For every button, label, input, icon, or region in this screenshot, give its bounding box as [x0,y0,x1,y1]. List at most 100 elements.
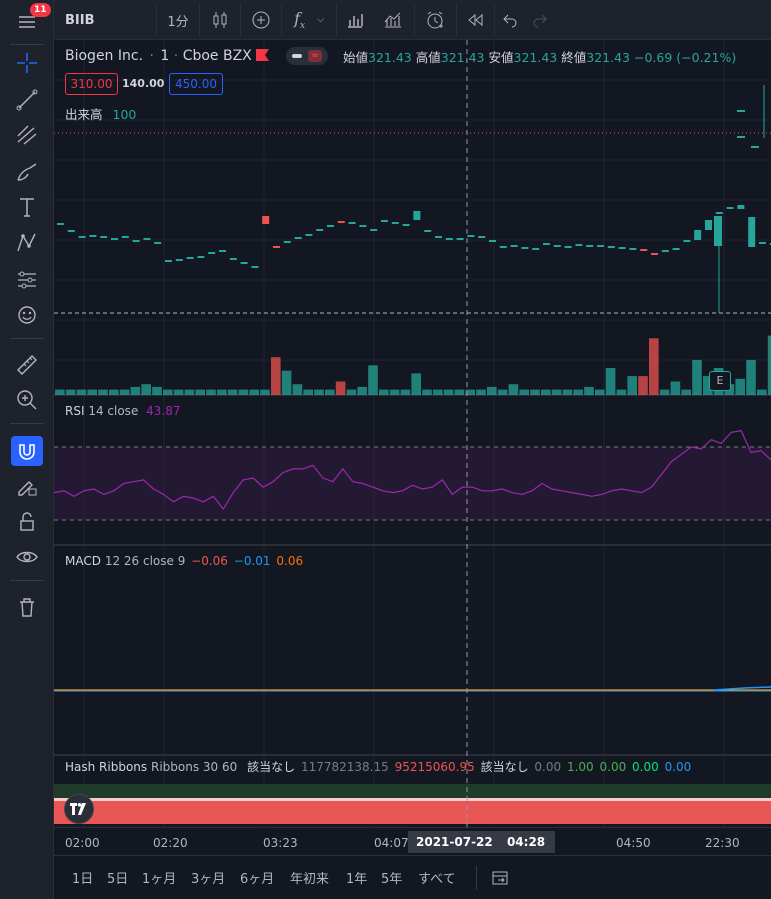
text-icon[interactable] [7,190,47,224]
volume-bar [379,389,389,395]
ruler-icon[interactable] [7,348,47,382]
candle [456,238,464,240]
left-toolbar: 11 [0,0,54,899]
volume-bar [649,338,659,395]
range-all[interactable]: すべて [418,868,456,887]
trend-line-icon[interactable] [7,83,47,117]
close-value: 321.43 [586,50,631,65]
macd-params: 12 26 close 9 [104,554,186,568]
macd-histogram-value: −0.06 [191,554,228,568]
high-label: 高値 [415,50,441,65]
pitchfork-icon[interactable] [7,118,47,152]
range-1m[interactable]: 1ヶ月 [142,868,176,887]
volume-bar [638,376,648,395]
volume-legend: 出来高 100 [65,104,136,123]
add-compare-icon[interactable] [242,0,280,40]
lock-drawing-icon[interactable] [7,468,47,502]
candle [478,236,486,238]
volume-bar [595,389,605,395]
visibility-toggle[interactable]: ≈ [286,47,328,65]
flag-icon[interactable] [255,49,269,61]
candle [661,250,669,252]
chart-canvas[interactable] [54,40,771,827]
volume-bar [119,389,130,395]
candle [521,247,529,249]
earnings-icon[interactable]: E [709,371,731,391]
volume-bar [573,389,583,395]
chart-type-candle-icon[interactable] [201,0,239,40]
volume-bar [130,386,141,395]
emoji-icon[interactable] [7,298,47,332]
candle [597,245,604,247]
crosshair-time-label: 2021-07-22 04:28 [408,831,556,853]
replay-icon[interactable] [458,0,492,40]
buy-button[interactable]: 450.00 [169,73,223,95]
candle [651,253,658,255]
time-tick: 02:00 [65,836,100,850]
volume-bar [605,368,616,395]
compare-chart-icon[interactable] [376,0,410,40]
chevron-down-icon: ⌵ [317,15,324,25]
range-3m[interactable]: 3ヶ月 [191,868,225,887]
prediction-icon[interactable] [7,263,47,297]
candle [89,235,97,237]
macd-label: MACD [65,554,101,568]
candle [672,248,680,250]
eye-icon[interactable] [7,540,47,574]
bar-chart-icon[interactable] [338,0,372,40]
macd-legend: MACD 12 26 close 9 −0.06 −0.01 0.06 [65,554,303,568]
redo-icon[interactable] [526,0,554,40]
candle [67,230,75,232]
volume-bar [184,389,195,395]
top-toolbar: BIIB 1分 fx ⌵ [54,0,771,40]
pattern-icon[interactable] [7,226,47,260]
candle [402,224,410,226]
crosshair-icon[interactable] [7,46,47,80]
sell-button[interactable]: 310.00 [65,73,118,95]
candle [424,230,432,232]
magnet-icon[interactable] [11,436,43,466]
candle [229,258,237,260]
volume-bar [368,365,378,395]
range-1d[interactable]: 1日 [72,868,93,887]
time-axis[interactable]: 02:00 02:20 03:23 04:07 37 04:50 22:30 2… [54,827,771,855]
volume-bar [325,389,335,395]
volume-bar [87,389,97,395]
volume-bar [335,381,346,395]
candle [607,246,615,248]
tradingview-logo-icon[interactable] [64,794,94,824]
indicators-button[interactable]: fx ⌵ [283,0,335,40]
candle [629,248,637,250]
volume-bar [659,389,670,395]
range-ytd[interactable]: 年初来 [290,868,329,887]
range-5d[interactable]: 5日 [107,868,128,887]
range-6m[interactable]: 6ヶ月 [240,868,274,887]
macd-signal-value: 0.06 [276,554,304,568]
volume-bar [584,386,594,395]
alert-clock-icon[interactable] [416,0,454,40]
candle [575,244,583,246]
range-bar: 1日 5日 1ヶ月 3ヶ月 6ヶ月 年初来 1年 5年 すべて [54,855,771,899]
hash-value-e: 0.00 [534,760,562,774]
lock-icon[interactable] [7,505,47,539]
trash-icon[interactable] [7,590,47,624]
interval-button[interactable]: 1分 [158,0,198,40]
wave-icon: ≈ [308,50,322,62]
volume-bar [411,373,421,395]
range-5y[interactable]: 5年 [381,868,402,887]
goto-date-icon[interactable] [490,868,510,891]
crosshair-date: 2021-07-22 [416,835,493,849]
volume-bar [530,389,540,395]
zoom-in-icon[interactable] [7,383,47,417]
brush-icon[interactable] [7,155,47,189]
candle [683,240,691,242]
candle [391,222,399,224]
candle [327,225,334,227]
range-1y[interactable]: 1年 [346,868,367,887]
candle [705,220,712,230]
volume-bar [206,389,216,395]
open-label: 始値 [343,50,369,65]
symbol-search[interactable]: BIIB [54,0,156,40]
chart-area[interactable]: Biogen Inc. · 1 · Cboe BZX ≈ 始値321.43 高値… [54,40,771,827]
undo-icon[interactable] [496,0,524,40]
